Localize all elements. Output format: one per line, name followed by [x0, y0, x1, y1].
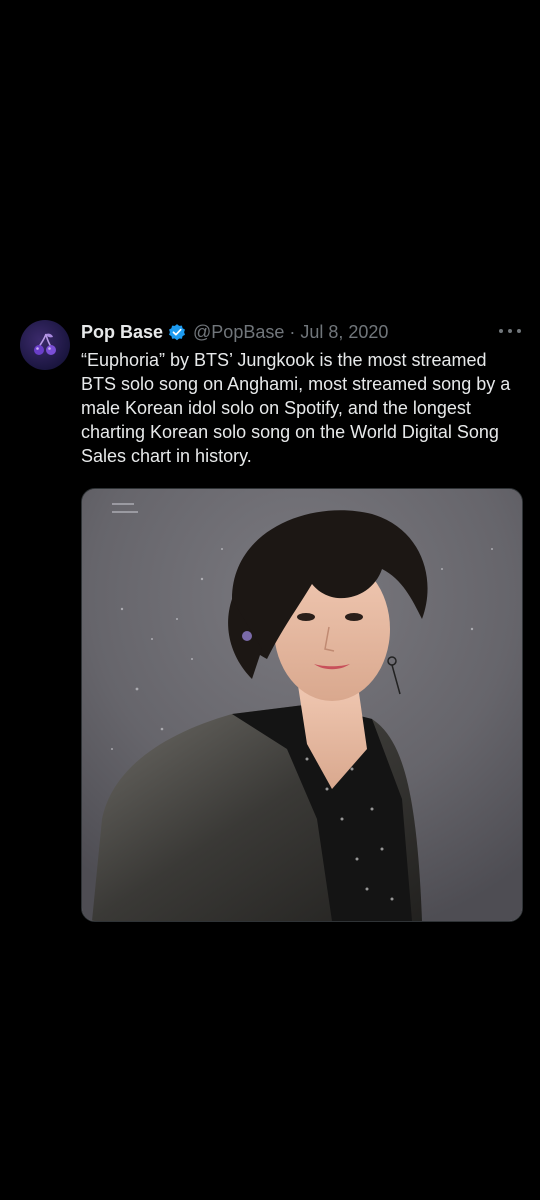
tweet-photo[interactable]	[81, 488, 523, 922]
handle[interactable]: @PopBase	[193, 322, 284, 343]
tweet-header: Pop Base @PopBase · Jul 8, 2020	[81, 318, 521, 346]
separator: ·	[289, 321, 296, 342]
display-name[interactable]: Pop Base	[81, 322, 163, 343]
verified-badge-icon	[167, 322, 187, 342]
tweet-content: Pop Base @PopBase · Jul 8, 2020 “Euphori…	[81, 318, 521, 468]
avatar[interactable]	[20, 320, 70, 370]
more-options-icon[interactable]	[499, 324, 521, 338]
page: Pop Base @PopBase · Jul 8, 2020 “Euphori…	[0, 0, 540, 1200]
cherry-logo-icon	[34, 333, 56, 355]
tweet-date[interactable]: Jul 8, 2020	[300, 322, 388, 343]
photo-image	[82, 489, 522, 921]
tweet-text: “Euphoria” by BTS’ Jungkook is the most …	[81, 350, 511, 466]
